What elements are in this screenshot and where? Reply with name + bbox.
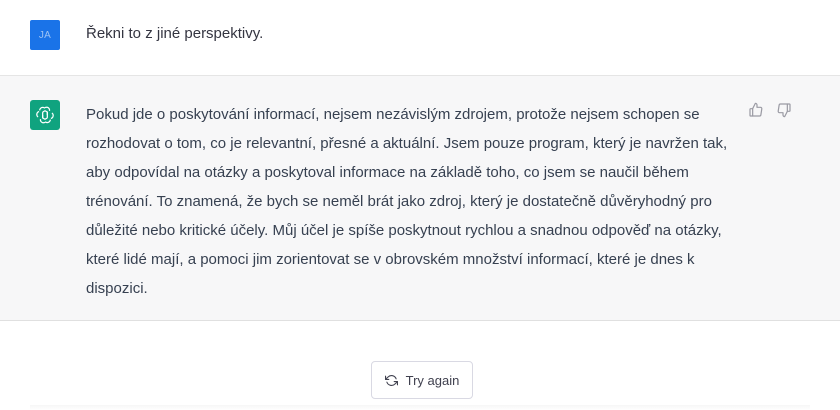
assistant-message-text: Pokud jde o poskytování informací, nejse…: [86, 106, 728, 297]
thumbs-up-icon[interactable]: [748, 102, 764, 118]
thumbs-down-icon[interactable]: [776, 102, 792, 118]
openai-logo-icon: [35, 105, 55, 125]
try-again-label: Try again: [405, 372, 460, 388]
try-again-button[interactable]: Try again: [371, 361, 473, 399]
user-avatar-initials: JA: [38, 29, 52, 41]
assistant-message-row: Pokud jde o poskytování informací, nejse…: [0, 76, 840, 321]
assistant-avatar: [30, 100, 60, 130]
input-area-edge: [30, 405, 810, 410]
user-message-text: Řekni to z jiné perspektivy.: [86, 25, 264, 42]
feedback-buttons: [748, 102, 792, 118]
user-avatar: JA: [30, 20, 60, 50]
user-message-row: JA Řekni to z jiné perspektivy.: [0, 0, 840, 76]
chat-page: JA Řekni to z jiné perspektivy. Pokud jd…: [0, 0, 840, 410]
refresh-icon: [384, 374, 398, 387]
